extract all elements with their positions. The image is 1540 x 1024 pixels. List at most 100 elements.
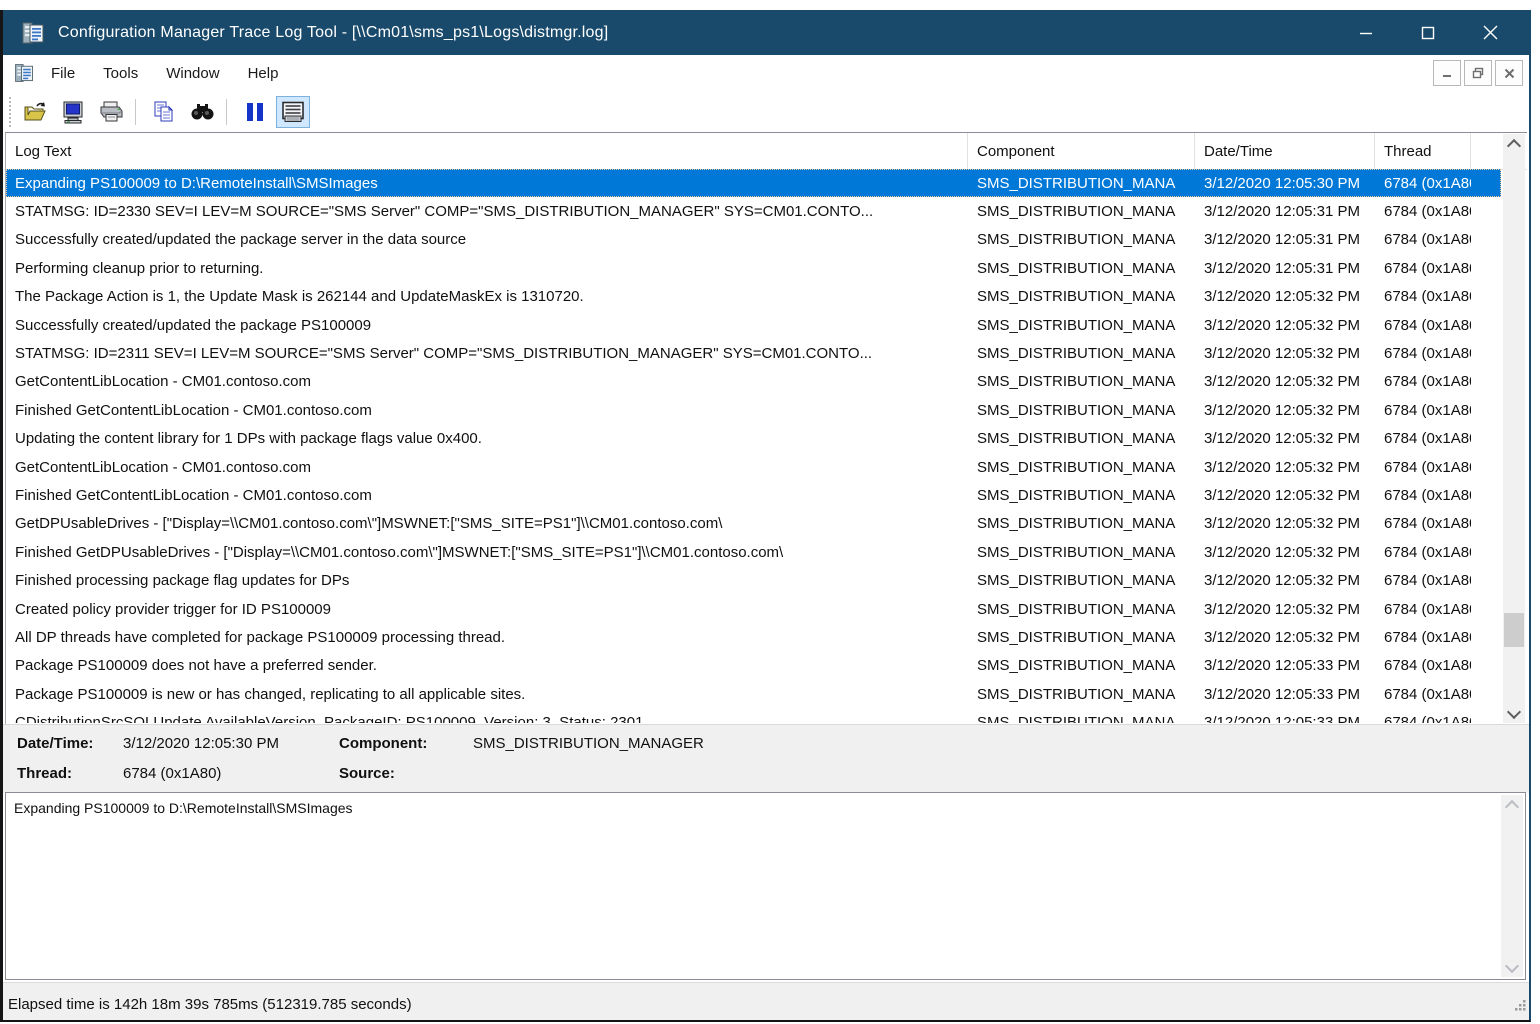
thread-value: 6784 (0x1A80)	[123, 765, 221, 782]
thread-cell: 6784 (0x1A80)	[1375, 288, 1471, 305]
log-row[interactable]: The Package Action is 1, the Update Mask…	[6, 283, 1501, 311]
title-bar[interactable]: Configuration Manager Trace Log Tool - […	[3, 10, 1529, 55]
thread-cell: 6784 (0x1A80)	[1375, 260, 1471, 277]
open-file-icon[interactable]	[18, 96, 52, 128]
detail-scrollbar[interactable]	[1501, 795, 1523, 977]
pause-icon[interactable]	[238, 96, 272, 128]
component-cell: SMS_DISTRIBUTION_MANA	[968, 572, 1195, 589]
thread-cell: 6784 (0x1A80)	[1375, 572, 1471, 589]
toolbar-separator	[135, 99, 136, 125]
component-cell: SMS_DISTRIBUTION_MANA	[968, 629, 1195, 646]
log-row[interactable]: STATMSG: ID=2311 SEV=I LEV=M SOURCE="SMS…	[6, 339, 1501, 367]
log-cell: Finished GetContentLibLocation - CM01.co…	[6, 487, 968, 504]
source-label: Source:	[339, 765, 395, 782]
log-cell: Finished GetDPUsableDrives - ["Display=\…	[6, 544, 968, 561]
thread-cell: 6784 (0x1A80)	[1375, 544, 1471, 561]
document-menu-icon[interactable]	[13, 61, 35, 85]
elapsed-time-text: Elapsed time is 142h 18m 39s 785ms (5123…	[8, 996, 412, 1013]
log-row[interactable]: Successfully created/updated the package…	[6, 226, 1501, 254]
log-cell: Created policy provider trigger for ID P…	[6, 601, 968, 618]
component-cell: SMS_DISTRIBUTION_MANA	[968, 402, 1195, 419]
log-cell: CDistributionSrcSQLUpdate AvailableVersi…	[6, 714, 968, 723]
log-row[interactable]: CDistributionSrcSQLUpdate AvailableVersi…	[6, 708, 1501, 723]
scroll-down-icon[interactable]	[1503, 704, 1525, 723]
log-row[interactable]: Finished processing package flag updates…	[6, 566, 1501, 594]
thread-cell: 6784 (0x1A80)	[1375, 487, 1471, 504]
thread-cell: 6784 (0x1A80)	[1375, 714, 1471, 723]
highlight-icon[interactable]	[276, 96, 310, 128]
detail-panel: Date/Time: 3/12/2020 12:05:30 PM Compone…	[3, 724, 1529, 793]
scroll-up-icon[interactable]	[1501, 795, 1523, 814]
thread-label: Thread:	[17, 765, 72, 782]
datetime-cell: 3/12/2020 12:05:32 PM	[1195, 345, 1375, 362]
column-headers: Log Text Component Date/Time Thread	[6, 133, 1527, 170]
cmtrace-window: Configuration Manager Trace Log Tool - […	[0, 0, 1540, 1024]
component-cell: SMS_DISTRIBUTION_MANA	[968, 487, 1195, 504]
remote-connect-icon[interactable]	[56, 96, 90, 128]
component-cell: SMS_DISTRIBUTION_MANA	[968, 544, 1195, 561]
scroll-down-icon[interactable]	[1501, 958, 1523, 977]
log-row[interactable]: GetContentLibLocation - CM01.contoso.com…	[6, 368, 1501, 396]
datetime-cell: 3/12/2020 12:05:31 PM	[1195, 203, 1375, 220]
datetime-cell: 3/12/2020 12:05:32 PM	[1195, 629, 1375, 646]
thread-cell: 6784 (0x1A80)	[1375, 345, 1471, 362]
log-cell: Finished processing package flag updates…	[6, 572, 968, 589]
maximize-icon[interactable]	[1397, 10, 1459, 55]
close-icon[interactable]	[1459, 10, 1521, 55]
column-header-datetime[interactable]: Date/Time	[1195, 133, 1375, 169]
datetime-cell: 3/12/2020 12:05:31 PM	[1195, 260, 1375, 277]
menu-help[interactable]: Help	[236, 59, 291, 88]
log-row[interactable]: Updating the content library for 1 DPs w…	[6, 425, 1501, 453]
log-row[interactable]: Package PS100009 is new or has changed, …	[6, 680, 1501, 708]
thread-cell: 6784 (0x1A80)	[1375, 402, 1471, 419]
thread-cell: 6784 (0x1A80)	[1375, 459, 1471, 476]
mdi-minimize-icon[interactable]	[1433, 60, 1461, 86]
log-row[interactable]: Finished GetContentLibLocation - CM01.co…	[6, 481, 1501, 509]
log-cell: Successfully created/updated the package…	[6, 317, 968, 334]
datetime-label: Date/Time:	[17, 735, 93, 752]
mdi-restore-icon[interactable]	[1464, 60, 1492, 86]
minimize-icon[interactable]	[1335, 10, 1397, 55]
list-scrollbar[interactable]	[1503, 134, 1525, 723]
column-header-thread[interactable]: Thread	[1375, 133, 1471, 169]
scroll-up-icon[interactable]	[1503, 134, 1525, 153]
menu-window[interactable]: Window	[154, 59, 231, 88]
column-header-component[interactable]: Component	[968, 133, 1195, 169]
thread-cell: 6784 (0x1A80)	[1375, 515, 1471, 532]
thread-cell: 6784 (0x1A80)	[1375, 317, 1471, 334]
component-cell: SMS_DISTRIBUTION_MANA	[968, 260, 1195, 277]
log-row[interactable]: All DP threads have completed for packag…	[6, 623, 1501, 651]
log-row[interactable]: Finished GetContentLibLocation - CM01.co…	[6, 396, 1501, 424]
copy-icon[interactable]	[147, 96, 181, 128]
toolbar-grip[interactable]	[9, 97, 14, 127]
log-row[interactable]: Expanding PS100009 to D:\RemoteInstall\S…	[6, 169, 1501, 197]
datetime-cell: 3/12/2020 12:05:32 PM	[1195, 544, 1375, 561]
log-row[interactable]: STATMSG: ID=2330 SEV=I LEV=M SOURCE="SMS…	[6, 197, 1501, 225]
log-row[interactable]: Created policy provider trigger for ID P…	[6, 595, 1501, 623]
log-row[interactable]: Performing cleanup prior to returning.SM…	[6, 254, 1501, 282]
log-row[interactable]: Successfully created/updated the package…	[6, 311, 1501, 339]
app-icon	[20, 20, 46, 46]
component-cell: SMS_DISTRIBUTION_MANA	[968, 317, 1195, 334]
print-icon[interactable]	[94, 96, 128, 128]
component-cell: SMS_DISTRIBUTION_MANA	[968, 601, 1195, 618]
component-label: Component:	[339, 735, 427, 752]
component-cell: SMS_DISTRIBUTION_MANA	[968, 373, 1195, 390]
log-row[interactable]: Finished GetDPUsableDrives - ["Display=\…	[6, 538, 1501, 566]
log-row[interactable]: GetContentLibLocation - CM01.contoso.com…	[6, 453, 1501, 481]
mdi-close-icon[interactable]	[1495, 60, 1523, 86]
find-icon[interactable]	[185, 96, 219, 128]
datetime-cell: 3/12/2020 12:05:32 PM	[1195, 317, 1375, 334]
log-cell: Updating the content library for 1 DPs w…	[6, 430, 968, 447]
log-row[interactable]: Package PS100009 does not have a preferr…	[6, 652, 1501, 680]
scrollbar-thumb[interactable]	[1504, 613, 1524, 647]
column-header-log-text[interactable]: Log Text	[6, 133, 968, 169]
detail-text-box[interactable]: Expanding PS100009 to D:\RemoteInstall\S…	[5, 792, 1526, 980]
menu-tools[interactable]: Tools	[91, 59, 150, 88]
status-bar: Elapsed time is 142h 18m 39s 785ms (5123…	[3, 982, 1529, 1020]
component-cell: SMS_DISTRIBUTION_MANA	[968, 430, 1195, 447]
log-row[interactable]: GetDPUsableDrives - ["Display=\\CM01.con…	[6, 510, 1501, 538]
datetime-cell: 3/12/2020 12:05:30 PM	[1195, 175, 1375, 192]
resize-grip-icon[interactable]	[1513, 998, 1527, 1017]
menu-file[interactable]: File	[39, 59, 87, 88]
